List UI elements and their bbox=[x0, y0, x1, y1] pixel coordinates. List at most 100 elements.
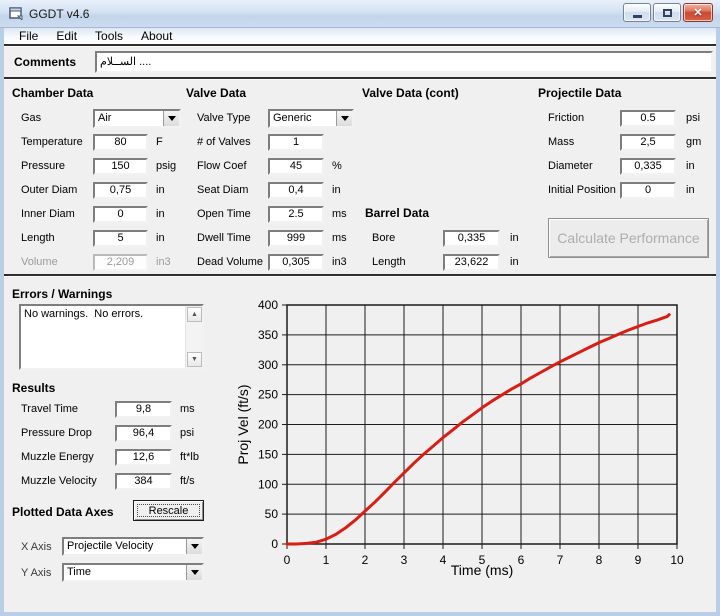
comments-input[interactable]: الســلام .... bbox=[95, 51, 713, 73]
app-window: GGDT v4.6 ✕ File Edit Tools About Commen… bbox=[0, 0, 720, 616]
diameter-label: Diameter bbox=[548, 160, 620, 172]
x-axis-select[interactable]: Projectile Velocity bbox=[62, 537, 204, 556]
dead-volume-unit: in3 bbox=[332, 256, 347, 268]
scroll-up-icon[interactable]: ▲ bbox=[187, 307, 202, 322]
plotted-data-axes-header: Plotted Data Axes bbox=[12, 505, 114, 519]
calculate-performance-button[interactable]: Calculate Performance bbox=[548, 218, 709, 258]
muzzle-velocity-output[interactable] bbox=[115, 473, 172, 490]
results-header: Results bbox=[12, 381, 55, 395]
gas-select[interactable]: Air bbox=[93, 109, 181, 128]
projectile-data-header: Projectile Data bbox=[538, 86, 621, 100]
field-row: Gas Air bbox=[21, 106, 193, 130]
bore-input[interactable] bbox=[443, 230, 500, 247]
comments-label: Comments bbox=[14, 55, 76, 69]
num-valves-input[interactable] bbox=[268, 134, 324, 151]
svg-text:3: 3 bbox=[401, 553, 408, 567]
menu-edit[interactable]: Edit bbox=[47, 28, 86, 44]
velocity-chart: 050100150200250300350400012345678910Time… bbox=[236, 288, 710, 600]
mass-unit: gm bbox=[686, 136, 701, 148]
menu-about[interactable]: About bbox=[132, 28, 181, 44]
open-time-input[interactable] bbox=[268, 206, 324, 223]
outer-diam-input[interactable] bbox=[93, 182, 148, 199]
svg-text:7: 7 bbox=[557, 553, 564, 567]
volume-unit: in3 bbox=[156, 256, 171, 268]
field-row: Seat Diam in bbox=[197, 178, 357, 202]
pressure-input[interactable] bbox=[93, 158, 148, 175]
temperature-input[interactable] bbox=[93, 134, 148, 151]
bore-unit: in bbox=[510, 232, 519, 244]
barrel-length-input[interactable] bbox=[443, 254, 500, 271]
menu-tools[interactable]: Tools bbox=[86, 28, 132, 44]
svg-text:6: 6 bbox=[518, 553, 525, 567]
scroll-down-icon[interactable]: ▼ bbox=[187, 352, 202, 367]
barrel-length-unit: in bbox=[510, 256, 519, 268]
field-row: Friction psi bbox=[548, 106, 713, 130]
field-row: Initial Position in bbox=[548, 178, 713, 202]
muzzle-energy-output[interactable] bbox=[115, 449, 172, 466]
window-controls: ✕ bbox=[623, 3, 713, 22]
num-valves-label: # of Valves bbox=[197, 136, 268, 148]
rescale-button[interactable]: Rescale bbox=[133, 500, 204, 521]
svg-text:Proj Vel (ft/s): Proj Vel (ft/s) bbox=[236, 384, 251, 464]
friction-input[interactable] bbox=[620, 110, 676, 127]
muzzle-velocity-unit: ft/s bbox=[180, 475, 195, 487]
initial-position-unit: in bbox=[686, 184, 695, 196]
friction-unit: psi bbox=[686, 112, 700, 124]
dropdown-arrow-icon[interactable] bbox=[336, 111, 352, 126]
outer-diam-label: Outer Diam bbox=[21, 184, 93, 196]
seat-diam-input[interactable] bbox=[268, 182, 324, 199]
svg-text:0: 0 bbox=[284, 553, 291, 567]
chamber-data-header: Chamber Data bbox=[12, 86, 93, 100]
chamber-length-input[interactable] bbox=[93, 230, 148, 247]
svg-text:250: 250 bbox=[258, 388, 278, 402]
flow-coef-input[interactable] bbox=[268, 158, 324, 175]
y-axis-selected-value: Time bbox=[64, 565, 186, 580]
window-title: GGDT v4.6 bbox=[29, 7, 89, 21]
valve-type-select[interactable]: Generic bbox=[268, 109, 354, 128]
dropdown-arrow-icon[interactable] bbox=[186, 565, 202, 580]
title-bar[interactable]: GGDT v4.6 ✕ bbox=[0, 0, 720, 28]
valve-type-label: Valve Type bbox=[197, 112, 268, 124]
pressure-drop-output[interactable] bbox=[115, 425, 172, 442]
barrel-data-header: Barrel Data bbox=[365, 206, 429, 220]
valve-data-section: Valve Type Generic # of Valves Flow Coef… bbox=[197, 106, 357, 274]
diameter-input[interactable] bbox=[620, 158, 676, 175]
field-row: Valve Type Generic bbox=[197, 106, 357, 130]
rescale-label: Rescale bbox=[149, 505, 189, 517]
y-axis-select[interactable]: Time bbox=[62, 563, 204, 582]
travel-time-output[interactable] bbox=[115, 401, 172, 418]
close-button[interactable]: ✕ bbox=[683, 3, 713, 22]
close-icon: ✕ bbox=[693, 6, 702, 19]
errors-warnings-textarea[interactable]: No warnings. No errors. ▲ ▼ bbox=[19, 304, 204, 370]
menu-file[interactable]: File bbox=[10, 28, 47, 44]
inner-diam-label: Inner Diam bbox=[21, 208, 93, 220]
seat-diam-label: Seat Diam bbox=[197, 184, 268, 196]
dropdown-arrow-icon[interactable] bbox=[163, 111, 179, 126]
initial-position-input[interactable] bbox=[620, 182, 676, 199]
field-row: Muzzle Velocity ft/s bbox=[21, 469, 201, 493]
svg-text:150: 150 bbox=[258, 447, 278, 461]
chamber-volume-output bbox=[93, 254, 148, 271]
field-row: Travel Time ms bbox=[21, 397, 201, 421]
errors-warnings-header: Errors / Warnings bbox=[12, 287, 112, 301]
svg-text:50: 50 bbox=[265, 507, 279, 521]
flow-coef-unit: % bbox=[332, 160, 342, 172]
mass-input[interactable] bbox=[620, 134, 676, 151]
field-row: Open Time ms bbox=[197, 202, 357, 226]
dropdown-arrow-icon[interactable] bbox=[186, 539, 202, 554]
dead-volume-label: Dead Volume bbox=[197, 256, 268, 268]
results-section: Travel Time ms Pressure Drop psi Muzzle … bbox=[21, 397, 201, 493]
maximize-button[interactable] bbox=[653, 3, 681, 22]
gas-label: Gas bbox=[21, 112, 93, 124]
inner-diam-input[interactable] bbox=[93, 206, 148, 223]
minimize-button[interactable] bbox=[623, 3, 651, 22]
field-row: Dead Volume in3 bbox=[197, 250, 357, 274]
dead-volume-input[interactable] bbox=[268, 254, 324, 271]
svg-text:9: 9 bbox=[635, 553, 642, 567]
menu-bar: File Edit Tools About bbox=[4, 28, 716, 44]
dwell-time-input[interactable] bbox=[268, 230, 324, 247]
field-row: Length in bbox=[21, 226, 193, 250]
scrollbar[interactable]: ▲ ▼ bbox=[185, 306, 202, 368]
diameter-unit: in bbox=[686, 160, 695, 172]
field-row: Outer Diam in bbox=[21, 178, 193, 202]
